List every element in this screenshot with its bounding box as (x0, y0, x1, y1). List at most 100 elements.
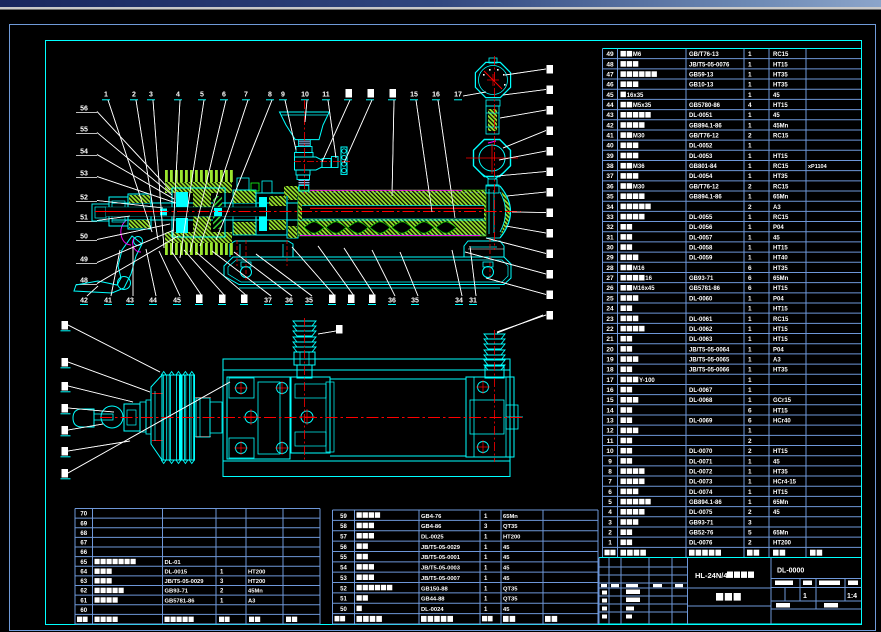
svg-text:11: 11 (607, 438, 614, 445)
svg-text:1: 1 (748, 61, 752, 68)
svg-text:1: 1 (748, 82, 752, 89)
svg-text:JB/T5-05-0066: JB/T5-05-0066 (689, 368, 730, 374)
svg-text:M36: M36 (633, 164, 645, 170)
svg-text:19: 19 (606, 356, 614, 363)
svg-text:RC15: RC15 (773, 317, 789, 323)
svg-text:2: 2 (748, 183, 752, 190)
svg-text:8: 8 (608, 468, 612, 475)
svg-text:DL-0057: DL-0057 (689, 235, 713, 241)
svg-text:52: 52 (340, 586, 347, 592)
svg-text:9: 9 (281, 92, 285, 99)
svg-text:GB894.1-86: GB894.1-86 (689, 500, 722, 506)
svg-text:HT35: HT35 (773, 266, 788, 272)
svg-text:DL-0024: DL-0024 (421, 607, 444, 613)
svg-text:1: 1 (748, 224, 752, 231)
svg-text:45Mn: 45Mn (773, 123, 789, 129)
svg-text:28: 28 (606, 265, 614, 272)
svg-text:16x35: 16x35 (627, 93, 644, 99)
svg-text:34: 34 (455, 298, 463, 305)
svg-text:GB894.1-86: GB894.1-86 (689, 195, 722, 201)
svg-text:1: 1 (748, 479, 752, 486)
svg-text:1: 1 (748, 326, 752, 333)
svg-text:M16x45: M16x45 (633, 286, 655, 292)
svg-text:GB59-13: GB59-13 (689, 72, 714, 78)
svg-text:1: 1 (748, 356, 752, 363)
svg-text:DL-0073: DL-0073 (689, 480, 713, 486)
svg-text:1: 1 (748, 336, 752, 343)
svg-text:38: 38 (606, 163, 614, 170)
svg-text:36: 36 (606, 183, 614, 190)
svg-text:1: 1 (748, 112, 752, 119)
svg-text:60: 60 (80, 608, 87, 614)
svg-text:QT35: QT35 (503, 597, 518, 603)
svg-text:55: 55 (340, 555, 347, 561)
svg-text:GB93-71: GB93-71 (689, 520, 714, 526)
svg-text:DL-0070: DL-0070 (689, 449, 713, 455)
svg-text:P04: P04 (773, 296, 784, 302)
svg-text:16: 16 (645, 276, 652, 282)
svg-text:45: 45 (773, 510, 780, 516)
svg-text:DL-0063: DL-0063 (689, 337, 713, 343)
svg-text:7: 7 (608, 479, 612, 486)
svg-text:22: 22 (606, 326, 614, 333)
svg-text:DL-0072: DL-0072 (689, 469, 713, 475)
svg-text:DL-0058: DL-0058 (689, 246, 713, 252)
svg-text:Y-100: Y-100 (639, 378, 655, 384)
svg-text:HT35: HT35 (773, 469, 788, 475)
svg-text:HT15: HT15 (773, 62, 788, 68)
svg-text:HT15: HT15 (773, 103, 788, 109)
svg-text:45: 45 (503, 566, 510, 572)
svg-text:DL-0053: DL-0053 (689, 154, 713, 160)
svg-text:1: 1 (748, 316, 752, 323)
svg-text:1: 1 (748, 499, 752, 506)
svg-text:JB/T5-05-0029: JB/T5-05-0029 (421, 545, 461, 551)
svg-text:25: 25 (606, 295, 614, 302)
svg-text:JB/T5-05-0007: JB/T5-05-0007 (421, 576, 460, 582)
svg-text:26: 26 (606, 285, 614, 292)
svg-text:6: 6 (748, 265, 752, 272)
svg-text:1: 1 (748, 245, 752, 252)
svg-text:HT15: HT15 (773, 337, 788, 343)
svg-text:8: 8 (268, 92, 272, 99)
svg-text:42: 42 (606, 122, 614, 129)
svg-text:45: 45 (173, 298, 181, 305)
svg-text:M30: M30 (633, 134, 645, 140)
svg-text:50: 50 (80, 234, 88, 241)
svg-text:DL-0075: DL-0075 (689, 510, 713, 516)
svg-text:68: 68 (80, 531, 87, 537)
svg-text:HT15: HT15 (773, 154, 788, 160)
svg-text:DL-0056: DL-0056 (689, 225, 713, 231)
svg-text:1: 1 (748, 92, 752, 99)
svg-text:2: 2 (748, 509, 752, 516)
svg-text:1: 1 (748, 153, 752, 160)
svg-text:47: 47 (606, 71, 614, 78)
svg-text:35: 35 (411, 298, 419, 305)
svg-text:4: 4 (748, 102, 752, 109)
svg-text:3: 3 (608, 519, 612, 526)
svg-text:65Mn: 65Mn (773, 195, 789, 201)
svg-text:24: 24 (606, 306, 614, 313)
svg-text:1: 1 (748, 468, 752, 475)
svg-text:2: 2 (132, 92, 136, 99)
svg-text:1: 1 (748, 51, 752, 58)
svg-text:6: 6 (748, 407, 752, 414)
svg-text:GB93-71: GB93-71 (165, 589, 189, 595)
svg-text:DL-0051: DL-0051 (689, 113, 713, 119)
svg-text:JB/T5-05-0029: JB/T5-05-0029 (165, 579, 205, 585)
svg-text:45: 45 (773, 93, 780, 99)
svg-text:31: 31 (606, 234, 614, 241)
svg-text:56: 56 (80, 106, 88, 113)
svg-text:43: 43 (606, 112, 614, 119)
svg-text:45Mn: 45Mn (248, 589, 263, 595)
svg-text:44: 44 (149, 298, 157, 305)
svg-text:4: 4 (608, 509, 612, 516)
svg-text:62: 62 (80, 589, 87, 595)
svg-text:HT15: HT15 (773, 490, 788, 496)
svg-text:20: 20 (606, 346, 614, 353)
svg-text:1: 1 (748, 377, 752, 384)
svg-text:34: 34 (606, 204, 614, 211)
svg-text:HT35: HT35 (773, 83, 788, 89)
svg-text:DL-0054: DL-0054 (689, 174, 713, 180)
svg-text:45: 45 (503, 607, 510, 613)
svg-text:30: 30 (606, 245, 614, 252)
